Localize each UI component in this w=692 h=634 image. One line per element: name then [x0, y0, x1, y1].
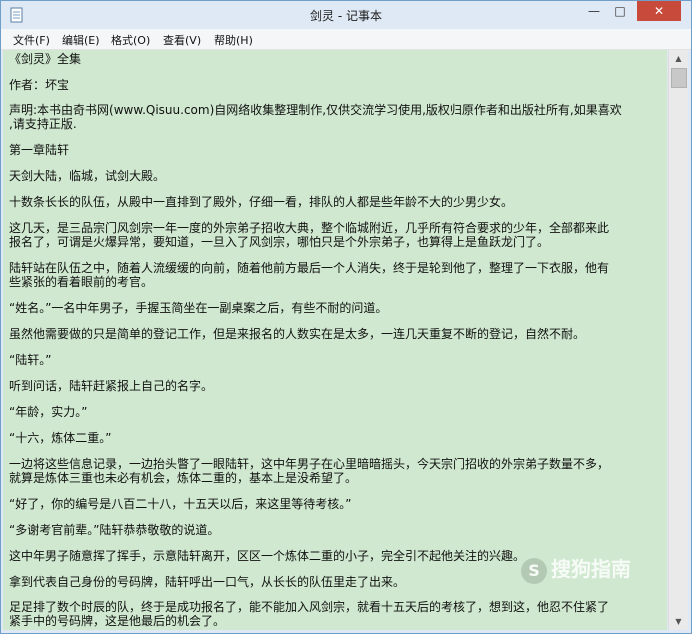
text-line: 一边将这些信息记录，一边抬头瞥了一眼陆轩，这中年男子在心里暗暗摇头，今天宗门招收… [9, 457, 610, 471]
scroll-down-arrow-icon[interactable]: ▼ [669, 613, 688, 630]
text-line: “陆轩。” [9, 353, 52, 367]
text-line: 些紧张的看着眼前的考官。 [9, 275, 154, 289]
menu-file[interactable]: 文件(F) [13, 32, 50, 48]
text-line: 作者：坏宝 [9, 78, 70, 92]
menu-view[interactable]: 查看(V) [163, 32, 201, 48]
menu-format[interactable]: 格式(O) [111, 32, 150, 48]
menu-help[interactable]: 帮助(H) [214, 32, 253, 48]
text-line: 十数条长长的队伍，从殿中一直排到了殿外，仔细一看，排队的人都是些年龄不大的少男少… [9, 195, 514, 209]
text-line: 这几天，是三品宗门风剑宗一年一度的外宗弟子招收大典，整个临城附近，几乎所有符合要… [9, 221, 610, 235]
text-line: 虽然他需要做的只是简单的登记工作，但是来报名的人数实在是太多，一连几天重复不断的… [9, 327, 586, 341]
menu-edit[interactable]: 编辑(E) [62, 32, 100, 48]
watermark: S 搜狗指南 [521, 553, 681, 584]
text-line: 足足排了数个时辰的队，终于是成功报名了，能不能加入风剑宗，就看十五天后的考核了，… [9, 600, 610, 614]
maximize-button[interactable]: □ [607, 1, 633, 21]
text-line: “好了，你的编号是八百二十八，十五天以后，来这里等待考核。” [9, 497, 352, 511]
text-line: “姓名。”一名中年男子，手握玉简坐在一副桌案之后，有些不耐的问道。 [9, 301, 388, 315]
text-line: 声明:本书由奇书网(www.Qisuu.com)自网络收集整理制作,仅供交流学习… [9, 103, 622, 117]
text-line: 陆轩站在队伍之中，随着人流缓缓的向前，随着他前方最后一个人消失，终于是轮到他了，… [9, 261, 610, 275]
text-line: 报名了，可谓是火爆异常，要知道，一旦入了风剑宗，哪怕只是个外宗弟子，也算得上是鱼… [9, 235, 550, 249]
text-line: 听到问话，陆轩赶紧报上自己的名字。 [9, 379, 214, 393]
minimize-button[interactable]: — [581, 1, 607, 21]
scroll-up-arrow-icon[interactable]: ▲ [669, 50, 688, 67]
notepad-window: 剑灵 - 记事本 — □ ✕ 文件(F) 编辑(E) 格式(O) 查看(V) 帮… [0, 0, 692, 634]
vertical-scrollbar[interactable]: ▲ ▼ [668, 50, 688, 630]
title-bar[interactable]: 剑灵 - 记事本 — □ ✕ [1, 1, 691, 29]
text-editor[interactable]: 《剑灵》全集 作者：坏宝 声明:本书由奇书网(www.Qisuu.com)自网络… [3, 50, 667, 630]
text-line: 《剑灵》全集 [9, 52, 82, 66]
text-line: 紧手中的号码牌，这是他最后的机会了。 [9, 614, 226, 628]
menu-bar: 文件(F) 编辑(E) 格式(O) 查看(V) 帮助(H) [1, 29, 691, 50]
close-button[interactable]: ✕ [637, 1, 681, 21]
text-line: “十六，炼体二重。” [9, 431, 112, 445]
sogou-logo-icon: S [521, 557, 547, 584]
text-line: 第一章陆轩 [9, 143, 70, 157]
text-line: “多谢考官前辈。”陆轩恭恭敬敬的说道。 [9, 523, 220, 537]
text-line: 天剑大陆，临城，试剑大殿。 [9, 169, 166, 183]
watermark-text: 搜狗指南 [551, 557, 631, 581]
scroll-thumb[interactable] [671, 68, 687, 88]
text-line: ,请支持正版. [9, 117, 77, 131]
text-line: 就算是炼体三重也未必有机会，炼体二重的，基本上是没希望了。 [9, 471, 358, 485]
text-line: “年龄，实力。” [9, 405, 88, 419]
